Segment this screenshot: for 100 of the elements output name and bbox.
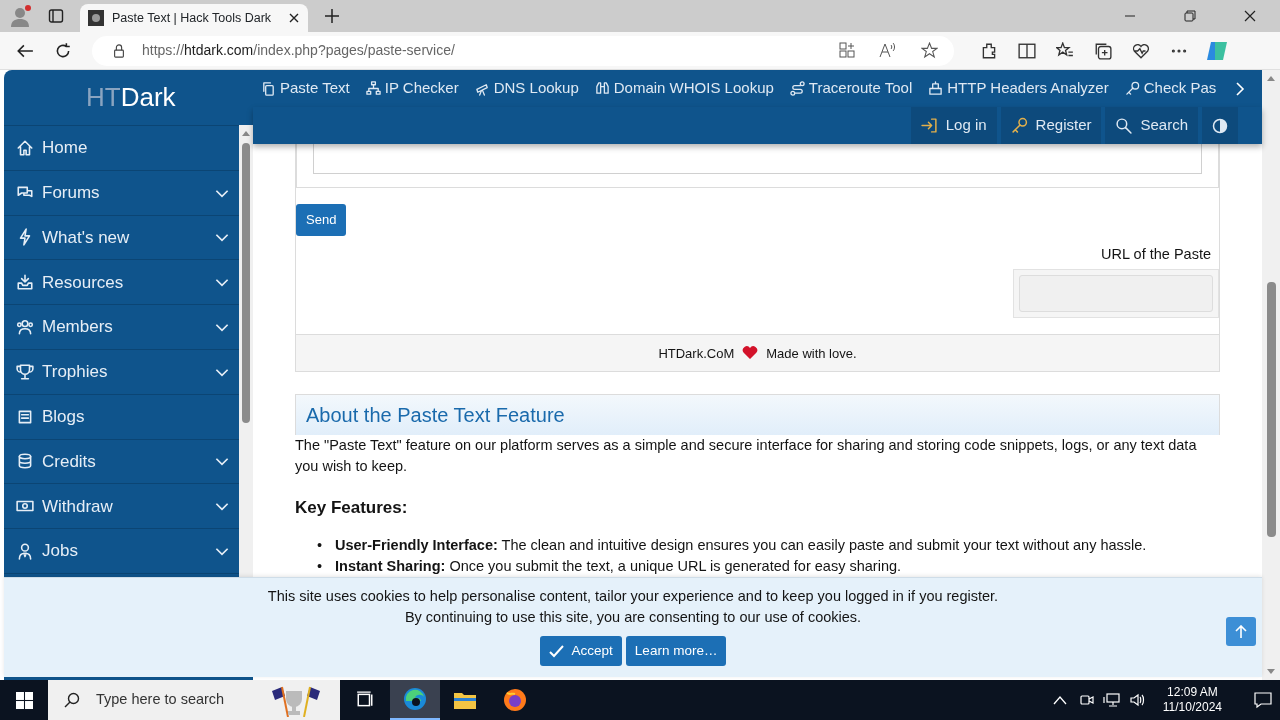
box-icon (928, 81, 944, 96)
send-button[interactable]: Send (296, 204, 347, 236)
scroll-down-icon[interactable] (1266, 668, 1276, 676)
heart-icon (742, 346, 759, 361)
arrow-up-icon (1235, 624, 1247, 639)
bullet: • (317, 556, 324, 576)
nav-link[interactable]: Paste Text (261, 77, 350, 100)
nav-link[interactable]: DNS Lookup (474, 77, 579, 100)
nav-link[interactable]: Check Pas (1124, 77, 1217, 100)
learn-more-button[interactable]: Learn more… (625, 636, 727, 667)
sidebar-item-label: What's new (42, 226, 131, 249)
footer-text: Made with love. (766, 344, 857, 363)
sidebar-item-label: Members (42, 316, 114, 339)
network-icon[interactable] (1102, 692, 1121, 708)
cookie-notice-text: By continuing to use this site, you are consenting to our use of cookies. (404, 608, 862, 627)
site-favicon-icon (88, 10, 104, 26)
sidebar-item-label: Blogs (42, 405, 86, 428)
contrast-icon (1212, 117, 1228, 134)
people-icon (16, 318, 34, 337)
sidebar-item-label: Home (42, 137, 89, 160)
url-text: https://htdark.com/index.php?pages/paste-service/ (142, 41, 455, 60)
sidebar-item-label: Trophies (42, 361, 109, 384)
nav-link[interactable]: Domain WHOIS Lookup (594, 77, 774, 100)
theme-toggle-button[interactable] (1202, 107, 1238, 144)
sidebar-item-label: Credits (42, 450, 97, 473)
sidebar-item-label: Forums (42, 181, 101, 204)
feature-item: User-Friendly Interface: The clean and intuitive design ensures you can easily paste and submit your text without any hassle. (335, 535, 1147, 555)
close-tab-icon[interactable] (288, 12, 300, 24)
sidebar-item-label: Withdraw (42, 495, 114, 518)
search-icon (1115, 117, 1133, 134)
nav-link[interactable]: HTTP Headers Analyzer (928, 77, 1109, 100)
search-button[interactable]: Search (1105, 107, 1198, 144)
scroll-thumb[interactable] (1266, 282, 1276, 537)
restore-icon[interactable] (1184, 10, 1196, 22)
scroll-thumb[interactable] (242, 143, 250, 423)
key-icon (1010, 117, 1028, 134)
split-screen-icon[interactable] (1018, 41, 1036, 60)
nav-link[interactable]: Traceroute Tool (789, 77, 913, 100)
cookie-notice-text: This site uses cookies to help personalise content, tailor your experience and to keep you logged in if you register. (267, 587, 999, 606)
edge-browser-icon (403, 687, 427, 711)
url-label: URL of the Paste (1101, 244, 1211, 264)
sign-in-icon (920, 117, 938, 134)
extensions-icon[interactable] (980, 41, 998, 60)
route-icon (789, 81, 805, 96)
lock-icon (112, 43, 126, 58)
reload-icon[interactable] (54, 41, 72, 60)
register-button[interactable]: Register (1000, 107, 1102, 144)
accept-button[interactable]: Accept (539, 636, 622, 667)
tab-actions-icon[interactable] (48, 8, 64, 24)
features-heading: Key Features: (295, 497, 409, 520)
chevron-up-icon[interactable] (1052, 695, 1067, 705)
taskbar-search-field[interactable]: Type here to search (48, 680, 340, 720)
coins-icon (16, 452, 34, 471)
nav-link[interactable]: IP Checker (365, 77, 459, 100)
notifications-icon[interactable] (1254, 691, 1272, 709)
person-icon (16, 542, 34, 561)
scroll-to-top-button[interactable] (1226, 617, 1256, 646)
footer-site-name: HTDark.CoM (658, 344, 735, 363)
bullet: • (317, 535, 324, 555)
feature-item: Instant Sharing: Once you submit the text, a unique URL is generated for easy sharing. (335, 556, 902, 576)
url-output-field[interactable] (1019, 275, 1213, 313)
telescope-icon (474, 81, 490, 96)
taskbar-app-button[interactable] (390, 680, 440, 720)
log-in-button[interactable]: Log in (910, 107, 997, 144)
search-icon (64, 692, 80, 708)
address-bar[interactable]: https://htdark.com/index.php?pages/paste-service/ (92, 35, 954, 66)
new-tab-icon[interactable] (324, 8, 340, 24)
tab-title: Paste Text | Hack Tools Dark (112, 9, 273, 27)
windows-start-icon[interactable] (15, 691, 33, 709)
site-logo[interactable]: HTDark (4, 70, 253, 125)
profile-icon[interactable] (8, 4, 32, 28)
scroll-up-icon[interactable] (1266, 74, 1276, 82)
task-view-icon (356, 691, 374, 709)
taskbar-clock[interactable]: 12:09 AM 11/10/2024 (1162, 685, 1222, 715)
collections-icon[interactable] (1094, 41, 1112, 60)
firefox-icon (503, 688, 527, 712)
copy-icon (261, 81, 276, 96)
key-icon (1124, 81, 1140, 96)
trophy-icon (16, 362, 34, 381)
sidebar-item-label: Jobs (42, 540, 79, 563)
intro-paragraph: The "Paste Text" feature on our platform serves as a simple and secure interface for sharing and storing code snippets, logs, or any text data you wish to keep. (295, 436, 1198, 477)
inbox-icon (16, 273, 34, 292)
volume-icon[interactable] (1128, 692, 1147, 708)
checkmark-icon (548, 644, 564, 658)
meet-camera-icon[interactable] (1078, 692, 1095, 708)
house-icon (16, 138, 34, 157)
read-aloud-icon[interactable] (879, 42, 897, 58)
folder-icon (453, 690, 477, 710)
apps-icon[interactable] (839, 42, 855, 58)
network-icon (365, 81, 381, 96)
section-heading: About the Paste Text Feature (296, 395, 1219, 436)
close-window-icon[interactable] (1244, 10, 1256, 22)
scroll-up-icon[interactable] (241, 129, 251, 137)
favorite-star-icon[interactable] (921, 42, 938, 59)
page-scrollbar[interactable] (1262, 70, 1280, 680)
binoculars-icon (594, 81, 610, 96)
health-icon[interactable] (1132, 41, 1150, 60)
browser-tab[interactable]: Paste Text | Hack Tools Dark (80, 4, 308, 32)
sidebar-item-label: Resources (42, 271, 125, 294)
sidebar-scrollbar[interactable] (239, 125, 253, 577)
